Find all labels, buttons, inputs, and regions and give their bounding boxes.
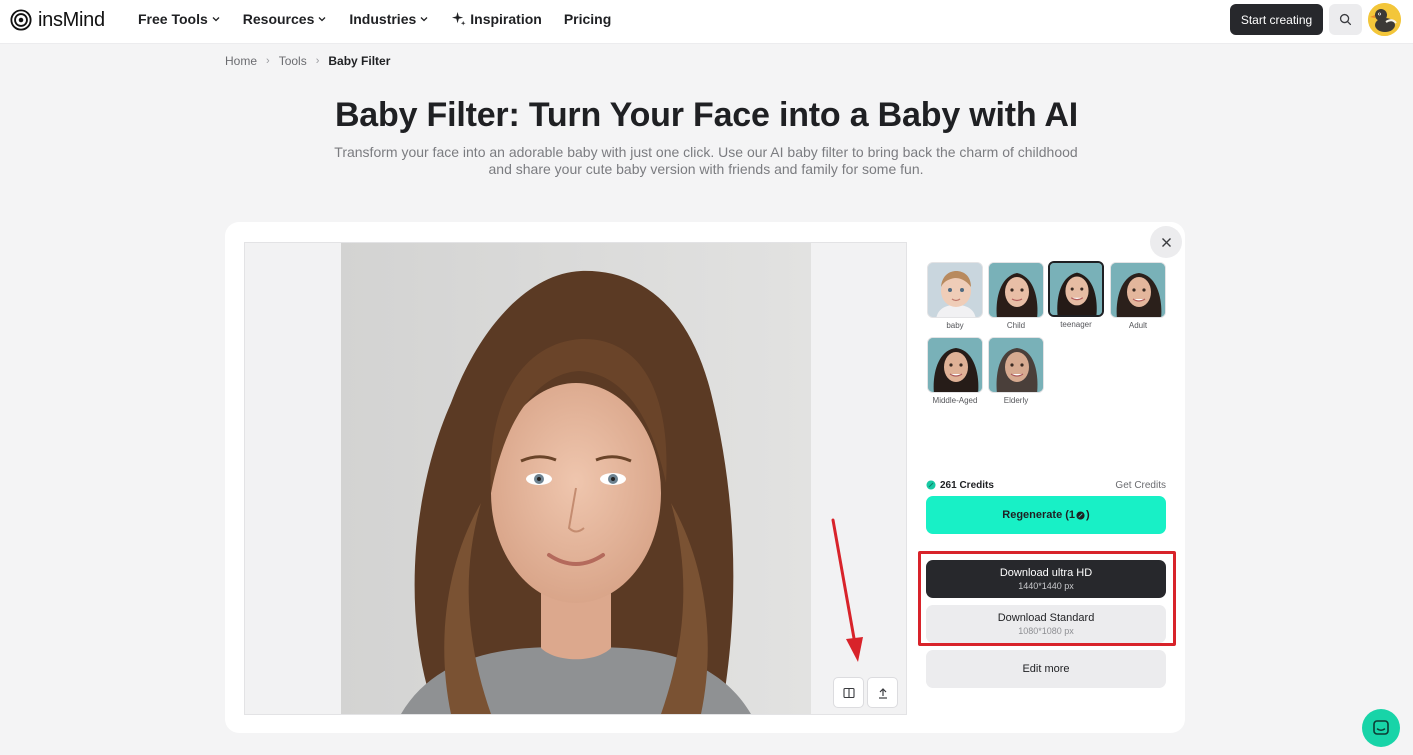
top-header: insMind Free Tools Resources Industries … [0,0,1413,44]
close-button[interactable] [1150,226,1182,258]
breadcrumb-tools[interactable]: Tools [279,54,307,68]
credits-amount: 261 Credits [940,479,994,491]
nav-inspiration-label: Inspiration [470,10,542,27]
get-credits-link[interactable]: Get Credits [1115,480,1166,491]
download-hd-size: 1440*1440 px [1018,581,1074,591]
chevron-down-icon [318,16,326,21]
style-thumb [1048,261,1104,317]
main-nav: Free Tools Resources Industries Inspirat… [138,0,633,37]
page-subtitle: Transform your face into an adorable bab… [334,144,1078,177]
nav-inspiration[interactable]: Inspiration [451,11,542,27]
nav-pricing-label: Pricing [563,10,612,27]
elderly-face-image [989,338,1043,392]
breadcrumb: Home › Tools › Baby Filter [225,54,390,68]
adult-face-image [1111,263,1165,317]
download-standard-button[interactable]: Download Standard 1080*1080 px [926,605,1166,643]
credits-row: 261 Credits Get Credits [926,478,1166,492]
style-label: Adult [1128,321,1148,330]
nav-free-tools[interactable]: Free Tools [138,11,221,27]
style-thumb [988,337,1044,393]
annotation-arrow-icon [831,518,863,662]
breadcrumb-chevron-icon: › [315,55,320,67]
child-face-image [989,263,1043,317]
credits-balance: 261 Credits [926,480,994,491]
nav-resources-label: Resources [242,10,315,27]
style-thumb [927,337,983,393]
breadcrumb-chevron-icon: › [266,55,270,67]
style-option-teenager[interactable]: teenager [1048,261,1104,329]
start-creating-button[interactable]: Start creating [1230,4,1323,35]
page-title: Baby Filter: Turn Your Face into a Baby … [334,96,1079,134]
style-thumb [1110,262,1166,318]
chevron-down-icon [420,16,428,21]
chat-icon [1373,720,1389,735]
logo-icon [10,9,32,31]
nav-resources[interactable]: Resources [243,11,328,27]
nav-free-tools-label: Free Tools [138,10,208,27]
regenerate-label: Regenerate (1 [1002,509,1076,521]
brand-name: insMind [38,8,105,31]
user-avatar[interactable] [1368,3,1401,36]
style-label: teenager [1060,320,1092,329]
regenerate-suffix: ) [1086,509,1090,521]
result-card: baby Child teenager Adult Middle-Aged El… [225,222,1185,733]
style-option-elderly[interactable]: Elderly [988,337,1044,405]
download-hd-label: Download ultra HD [999,567,1093,579]
duck-avatar-icon [1368,3,1401,36]
regenerate-button[interactable]: Regenerate (1 ) [926,496,1166,534]
baby-face-image [928,263,982,317]
download-ultra-hd-button[interactable]: Download ultra HD 1440*1440 px [926,560,1166,598]
nav-industries[interactable]: Industries [349,11,429,27]
middle-aged-face-image [928,338,982,392]
brand-logo[interactable]: insMind [10,8,105,32]
image-preview [244,242,907,715]
upload-icon [878,687,887,699]
credit-gem-icon [1076,510,1085,520]
breadcrumb-home[interactable]: Home [225,54,257,68]
style-label: Child [1006,321,1026,330]
style-thumb [927,262,983,318]
style-label: baby [946,321,964,330]
portrait-image [341,243,811,714]
breadcrumb-current: Baby Filter [328,54,391,68]
sparkle-icon [452,11,466,26]
nav-industries-label: Industries [349,10,417,27]
style-option-baby[interactable]: baby [927,262,983,330]
style-option-adult[interactable]: Adult [1110,262,1166,330]
style-thumb [988,262,1044,318]
style-option-child[interactable]: Child [988,262,1044,330]
style-label: Elderly [1003,396,1029,405]
download-std-size: 1080*1080 px [1018,626,1074,636]
close-icon [1161,237,1171,247]
credit-gem-icon [926,480,936,490]
edit-more-button[interactable]: Edit more [926,650,1166,688]
search-button[interactable] [1329,4,1362,35]
style-label: Middle-Aged [932,396,978,405]
teenager-face-image [1050,263,1102,315]
compare-button[interactable] [833,677,864,708]
chevron-down-icon [212,16,220,21]
compare-icon [842,687,855,698]
download-std-label: Download Standard [997,612,1095,624]
chat-support-button[interactable] [1362,709,1400,747]
upload-button[interactable] [867,677,898,708]
result-photo [341,243,811,714]
search-icon [1339,13,1352,26]
style-option-middle-aged[interactable]: Middle-Aged [927,337,983,405]
nav-pricing[interactable]: Pricing [564,11,611,27]
